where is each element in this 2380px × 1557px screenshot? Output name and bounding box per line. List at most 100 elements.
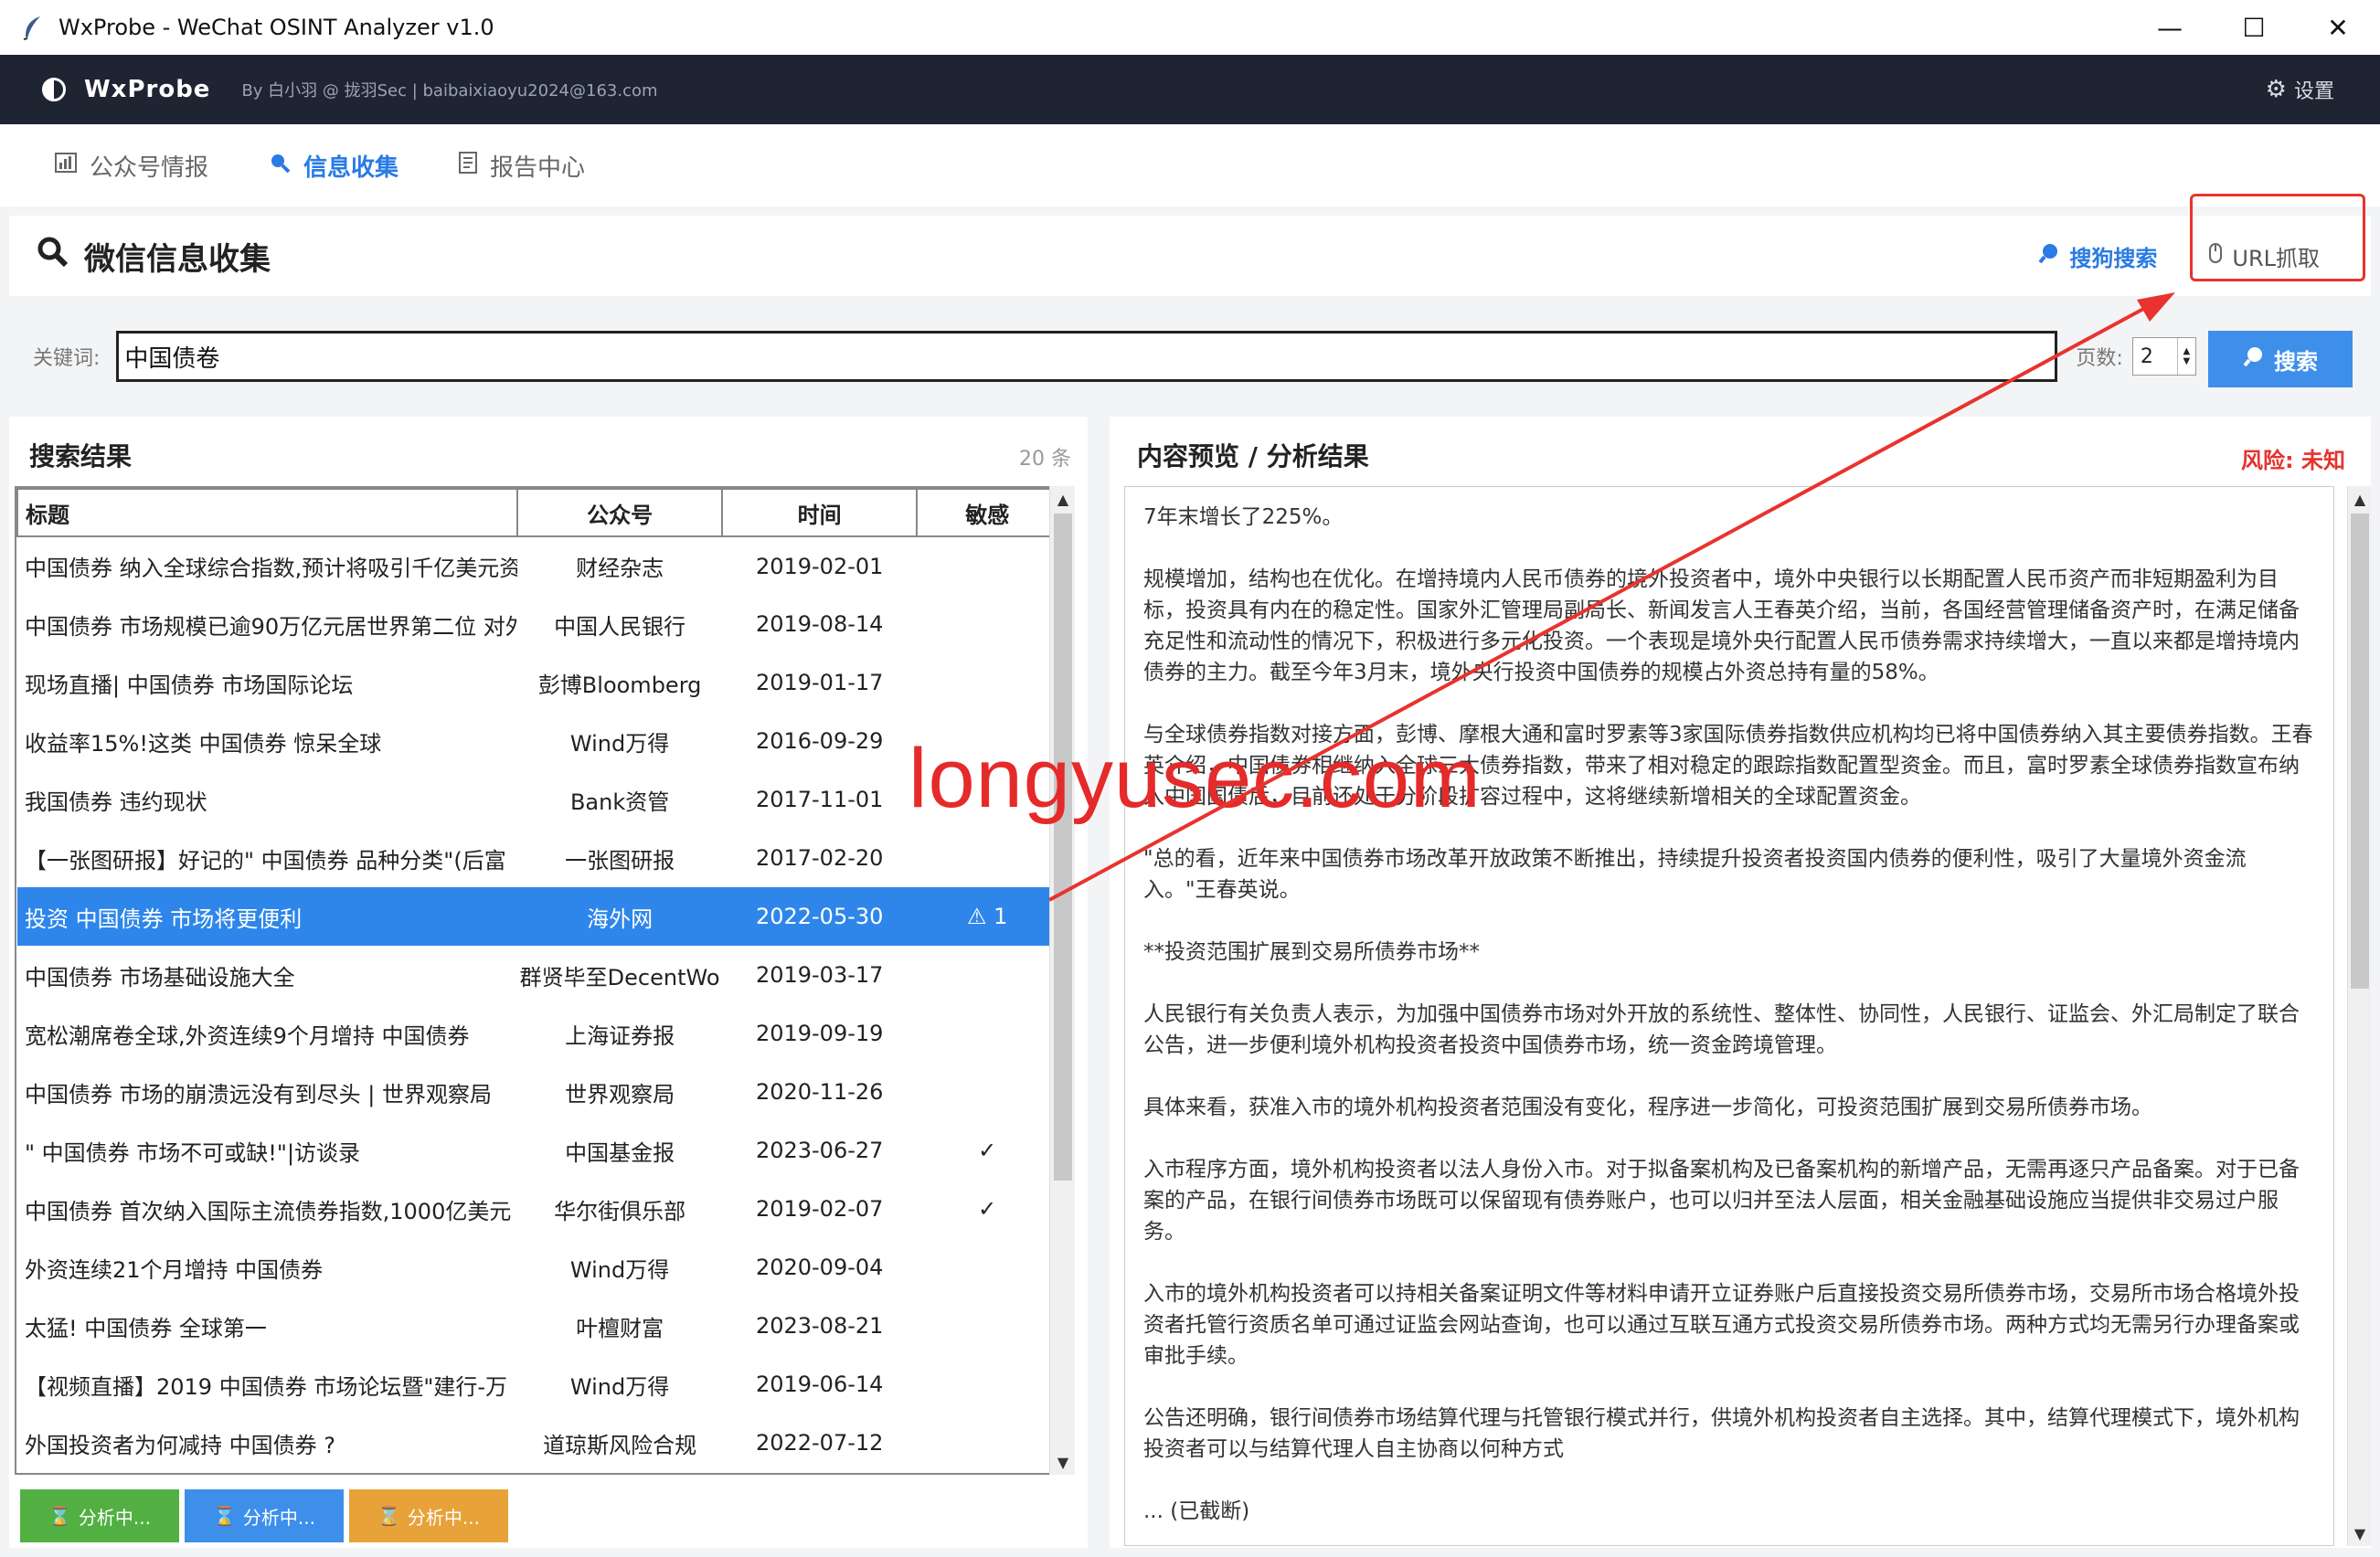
results-panel: 搜索结果 20 条 标题 公众号 时间 敏感 中国债券 纳入全球综合指数,预计将… [9,417,1088,1548]
table-row[interactable]: 中国债券 市场的崩溃远没有到尽头 | 世界观察局 世界观察局 2020-11-26 [17,1063,1055,1121]
scrollbar-thumb[interactable] [1054,514,1072,1181]
settings-button[interactable]: ⚙ 设置 [2266,55,2334,124]
search-button-label: 搜索 [2274,348,2318,375]
analysis-button-3[interactable]: ⌛ 分析中... [349,1489,508,1542]
keyword-input[interactable]: 中国债卷 [116,331,2058,382]
magnifier-icon [37,236,69,277]
row-time: 2020-11-26 [755,1079,884,1105]
section-title-text: 微信信息收集 [84,240,271,278]
row-account: 一张图研报 [565,847,675,874]
scroll-down-icon[interactable]: ▼ [2348,1520,2372,1546]
search-icon [269,152,291,179]
down-arrow-icon[interactable]: ▼ [2183,356,2190,366]
tab-account-intel[interactable]: 公众号情报 [55,149,208,183]
row-time: 2019-09-19 [755,1021,884,1046]
row-account: 世界观察局 [565,1081,675,1107]
column-header-time[interactable]: 时间 [720,488,919,537]
table-row[interactable]: 【视频直播】2019 中国债券 市场论坛暨"建行-万 Wind万得 2019-06-… [17,1355,1055,1414]
results-scrollbar[interactable]: ▲ ▼ [1049,486,1075,1475]
row-account: 上海证券报 [565,1022,675,1049]
status-label: 分析中... [407,1506,480,1529]
brand-name: WxProbe [84,76,211,103]
preview-paragraph: 公告还明确，银行间债券市场结算代理与托管银行模式并行，供境外机构投资者自主选择。… [1143,1406,2300,1461]
table-row[interactable]: 收益率15%!这类 中国债券 惊呆全球 Wind万得 2016-09-29 [17,712,1055,770]
row-title: 现场直播| 中国债券 市场国际论坛 [25,672,354,698]
row-title: 外资连续21个月增持 中国债券 [25,1256,324,1283]
results-table: 标题 公众号 时间 敏感 中国债券 纳入全球综合指数,预计将吸引千亿美元资 财经杂… [15,486,1057,1475]
table-row[interactable]: 中国债券 首次纳入国际主流债券指数,1000亿美元 华尔街俱乐部 2019-02-0… [17,1180,1055,1238]
column-header-title[interactable]: 标题 [16,488,519,537]
hourglass-icon: ⌛ [213,1505,236,1527]
table-row[interactable]: 中国债券 市场规模已逾90万亿元居世界第二位 对外 中国人民银行 2019-08-1… [17,595,1055,653]
preview-paragraph: 规模增加，结构也在优化。在增持境内人民币债券的境外投资者中，境外中央银行以长期配… [1143,567,2300,684]
row-sensitive [917,829,1055,887]
row-account: 中国基金报 [565,1139,675,1166]
row-sensitive [917,1414,1055,1472]
scroll-up-icon[interactable]: ▲ [2348,486,2372,512]
row-account: 海外网 [517,887,722,946]
table-row[interactable]: 外国投资者为何减持 中国债券 ? 道琼斯风险合规 2022-07-12 [17,1414,1055,1472]
preview-paragraph: ... (已截断) [1143,1499,1250,1523]
half-circle-logo-icon [42,78,66,101]
analysis-button-1[interactable]: ⌛ 分析中... [20,1489,179,1542]
row-title: 【视频直播】2019 中国债券 市场论坛暨"建行-万 [25,1373,508,1400]
row-sensitive [917,1063,1055,1121]
row-account: 中国人民银行 [554,613,686,640]
gear-icon: ⚙ [2265,76,2287,103]
window-title: WxProbe - WeChat OSINT Analyzer v1.0 [58,15,494,40]
row-time: 2022-07-12 [755,1430,884,1456]
document-icon [459,152,478,179]
sogou-search-mode[interactable]: 搜狗搜索 [2038,240,2157,272]
row-account: 财经杂志 [576,556,664,581]
row-title: 【一张图研报】好记的" 中国债券 品种分类"(后富 [25,847,506,874]
stepper-arrows[interactable]: ▲ ▼ [2176,338,2195,375]
row-title: 中国债券 纳入全球综合指数,预计将吸引千亿美元资 [25,556,518,581]
pages-stepper[interactable]: 2 ▲ ▼ [2131,337,2196,376]
table-row[interactable]: 现场直播| 中国债券 市场国际论坛 彭博Bloomberg 2019-01-17 [17,653,1055,712]
table-row[interactable]: 宽松潮席卷全球,外资连续9个月增持 中国债券 上海证券报 2019-09-19 [17,1004,1055,1063]
table-row[interactable]: 外资连续21个月增持 中国债券 Wind万得 2020-09-04 [17,1238,1055,1297]
row-sensitive [917,1355,1055,1414]
table-row[interactable]: 中国债券 纳入全球综合指数,预计将吸引千亿美元资 财经杂志 2019-02-01 [17,536,1055,595]
scroll-up-icon[interactable]: ▲ [1050,486,1076,512]
tab-info-collect[interactable]: 信息收集 [269,149,398,183]
up-arrow-icon[interactable]: ▲ [2183,346,2190,356]
row-time: 2017-02-20 [755,845,884,871]
row-account: Wind万得 [569,730,670,757]
column-header-sensitive[interactable]: 敏感 [916,488,1055,537]
row-account: 道琼斯风险合规 [543,1432,697,1458]
table-row[interactable]: 【一张图研报】好记的" 中国债券 品种分类"(后富 一张图研报 2017-02-20 [17,829,1055,887]
row-time: 2019-01-17 [755,670,884,695]
annotation-highlight-box [2190,194,2365,281]
column-header-account[interactable]: 公众号 [516,488,723,537]
analysis-button-2[interactable]: ⌛ 分析中... [185,1489,344,1542]
table-row[interactable]: 投资 中国债券 市场将更便利 海外网 2022-05-30 ⚠ 1 [17,887,1055,946]
row-title: 中国债券 市场基础设施大全 [25,964,295,990]
scroll-down-icon[interactable]: ▼ [1050,1449,1076,1475]
row-title: " 中国债券 市场不可或缺!"|访谈录 [25,1139,361,1166]
keyword-label: 关键词: [33,347,101,370]
bar-chart-icon [55,153,77,178]
maximize-button[interactable]: ☐ [2212,0,2296,55]
search-button[interactable]: 搜索 [2208,331,2353,387]
preview-scrollbar[interactable]: ▲ ▼ [2347,486,2371,1546]
minimize-button[interactable]: — [2128,0,2212,55]
preview-title: 内容预览 / 分析结果 [1137,441,1369,471]
close-button[interactable]: ✕ [2296,0,2380,55]
table-row[interactable]: 太猛! 中国债券 全球第一 叶檀财富 2023-08-21 [17,1297,1055,1355]
row-title: 中国债券 首次纳入国际主流债券指数,1000亿美元 [25,1198,512,1224]
tab-report-center[interactable]: 报告中心 [459,149,585,183]
preview-content[interactable]: 7年末增长了225%。 规模增加，结构也在优化。在增持境内人民币债券的境外投资者中… [1124,486,2334,1546]
table-row[interactable]: 我国债券 违约现状 Bank资管 2017-11-01 [17,770,1055,829]
row-account: 群贤毕至DecentWo [519,964,720,990]
table-row[interactable]: " 中国债券 市场不可或缺!"|访谈录 中国基金报 2023-06-27 ✓ [17,1121,1055,1180]
scrollbar-thumb[interactable] [2351,514,2369,989]
section-header: 微信信息收集 搜狗搜索 URL抓取 [9,216,2371,296]
row-title: 投资 中国债券 市场将更便利 [17,887,518,946]
preview-paragraph: 具体来看，获准入市的境外机构投资者范围没有变化，程序进一步简化，可投资范围扩展到… [1143,1096,2152,1119]
row-sensitive [917,946,1055,1004]
keyword-value: 中国债卷 [124,344,220,373]
row-sensitive: ⚠ 1 [917,887,1055,946]
analysis-status-buttons: ⌛ 分析中... ⌛ 分析中... ⌛ 分析中... [20,1489,514,1542]
table-row[interactable]: 中国债券 市场基础设施大全 群贤毕至DecentWo 2019-03-17 [17,946,1055,1004]
